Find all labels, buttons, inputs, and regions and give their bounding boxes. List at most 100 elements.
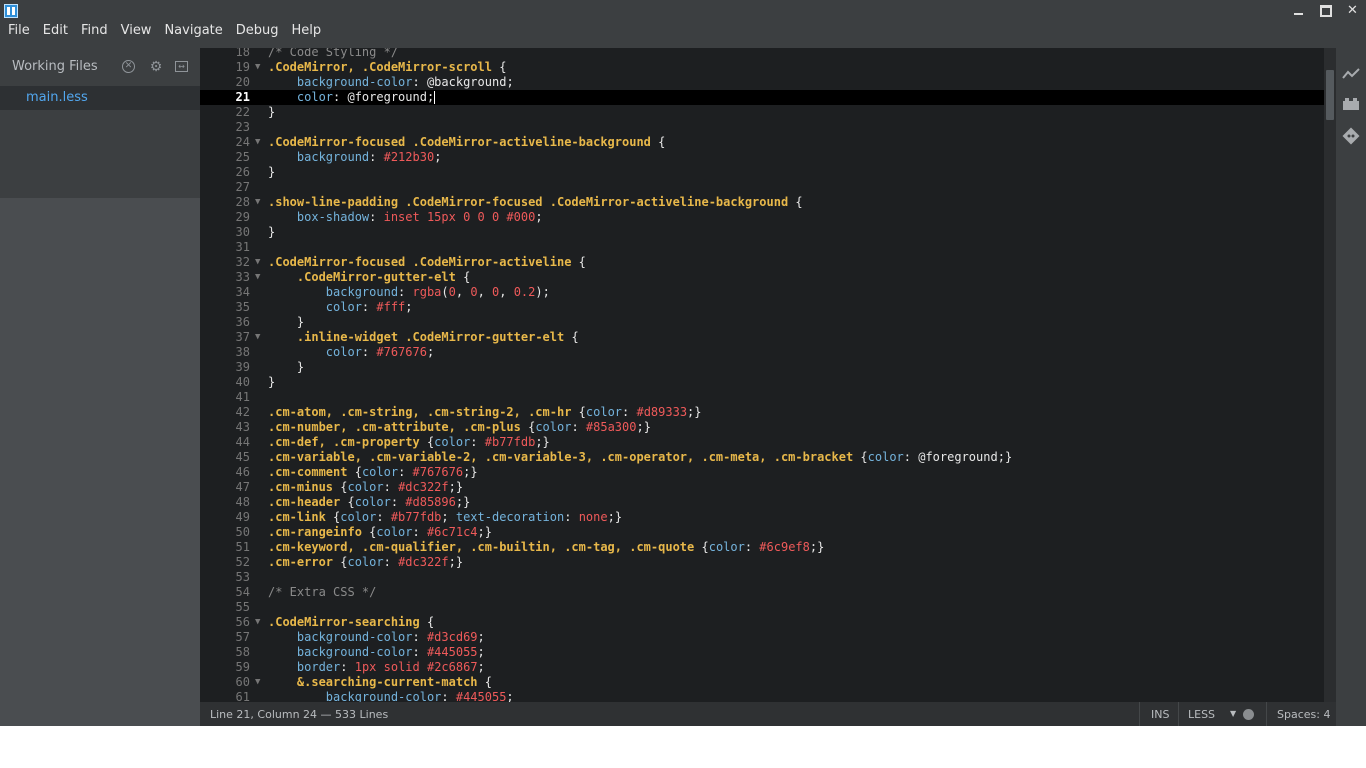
working-file-item[interactable]: main.less: [0, 86, 200, 110]
code-text: color: #fff;: [325, 300, 413, 314]
code-line[interactable]: 26}: [200, 165, 1324, 180]
fold-toggle-icon[interactable]: ▼: [255, 60, 260, 75]
code-line[interactable]: 19 ▼ .CodeMirror, .CodeMirror-scroll {: [200, 60, 1324, 75]
code-line[interactable]: 48 .cm-header {color: #d85896;}: [200, 495, 1324, 510]
code-line[interactable]: 50 .cm-rangeinfo {color: #6c71c4;}: [200, 525, 1324, 540]
code-line[interactable]: 43 .cm-number, .cm-attribute, .cm-plus {c…: [200, 420, 1324, 435]
text-cursor: [434, 91, 436, 104]
code-line[interactable]: 33 ▼ .CodeMirror-gutter-elt {: [200, 270, 1324, 285]
status-divider: [1266, 702, 1267, 726]
code-line[interactable]: 54 /* Extra CSS */: [200, 585, 1324, 600]
status-divider: [1139, 702, 1140, 726]
line-number: 40: [235, 375, 250, 389]
code-line[interactable]: 51 .cm-keyword, .cm-qualifier, .cm-builti…: [200, 540, 1324, 555]
code-text: color: #767676;: [325, 345, 435, 359]
scrollbar-thumb[interactable]: [1326, 70, 1334, 120]
code-line[interactable]: 24 ▼ .CodeMirror-focused .CodeMirror-activ…: [200, 135, 1324, 150]
language-select[interactable]: LESS: [1188, 708, 1215, 721]
editor-scrollbar[interactable]: [1324, 48, 1336, 702]
code-line[interactable]: 34 background: rgba(0, 0, 0, 0.2);: [200, 285, 1324, 300]
menu-debug[interactable]: Debug: [236, 20, 279, 42]
code-line[interactable]: 42 .cm-atom, .cm-string, .cm-string-2, .c…: [200, 405, 1324, 420]
line-count: — 533 Lines: [320, 708, 389, 721]
code-line[interactable]: 28 ▼ .show-line-padding .CodeMirror-focuse…: [200, 195, 1324, 210]
git-icon[interactable]: [1341, 127, 1361, 147]
code-line[interactable]: 23: [200, 120, 1324, 135]
code-line[interactable]: 30}: [200, 225, 1324, 240]
code-text: background-color: #445055;: [296, 645, 485, 659]
close-all-icon[interactable]: ✕: [122, 60, 135, 73]
code-line[interactable]: 20 background-color: @background;: [200, 75, 1324, 90]
code-text: .cm-header {color: #d85896;}: [268, 495, 471, 509]
main-toolbar: [1336, 48, 1366, 726]
linter-status-icon[interactable]: [1243, 709, 1254, 720]
fold-toggle-icon[interactable]: ▼: [255, 255, 260, 270]
code-line[interactable]: 45 .cm-variable, .cm-variable-2, .cm-vari…: [200, 450, 1324, 465]
code-line[interactable]: 47 .cm-minus {color: #dc322f;}: [200, 480, 1324, 495]
code-line[interactable]: 25 background: #212b30;: [200, 150, 1324, 165]
line-number: 54: [235, 585, 250, 599]
insert-mode-toggle[interactable]: INS: [1151, 708, 1169, 721]
code-line[interactable]: 21 color: @foreground;: [200, 90, 1324, 105]
code-line[interactable]: 29 box-shadow: inset 15px 0 0 0 #000;: [200, 210, 1324, 225]
status-divider: [1178, 702, 1179, 726]
code-line[interactable]: 37 ▼ .inline-widget .CodeMirror-gutter-el…: [200, 330, 1324, 345]
menu-edit[interactable]: Edit: [43, 20, 68, 42]
code-line[interactable]: 55: [200, 600, 1324, 615]
code-line[interactable]: 49 .cm-link {color: #b77fdb; text-decorat…: [200, 510, 1324, 525]
code-editor[interactable]: 18 /* Code Styling */ 19 ▼ .CodeMirror, .Cod…: [200, 48, 1324, 702]
close-window-button[interactable]: ✕: [1339, 0, 1366, 22]
code-line[interactable]: 46 .cm-comment {color: #767676;}: [200, 465, 1324, 480]
code-line[interactable]: 38 color: #767676;: [200, 345, 1324, 360]
code-line[interactable]: 58 background-color: #445055;: [200, 645, 1324, 660]
code-line[interactable]: 27: [200, 180, 1324, 195]
code-line[interactable]: 59 border: 1px solid #2c6867;: [200, 660, 1324, 675]
code-line[interactable]: 22}: [200, 105, 1324, 120]
minimize-button[interactable]: [1285, 0, 1312, 22]
split-view-icon[interactable]: ↔: [175, 61, 188, 72]
code-text: border: 1px solid #2c6867;: [296, 660, 485, 674]
status-bar: Line 21, Column 24 — 533 Lines INS LESS …: [200, 702, 1336, 726]
line-number: 53: [235, 570, 250, 584]
code-line[interactable]: 52 .cm-error {color: #dc322f;}: [200, 555, 1324, 570]
fold-toggle-icon[interactable]: ▼: [255, 195, 260, 210]
menu-help[interactable]: Help: [292, 20, 322, 42]
title-bar: File Edit Find View Navigate Debug Help …: [0, 0, 1366, 48]
code-line[interactable]: 39 }: [200, 360, 1324, 375]
code-line[interactable]: 35 color: #fff;: [200, 300, 1324, 315]
menu-file[interactable]: File: [8, 20, 30, 42]
code-line[interactable]: 57 background-color: #d3cd69;: [200, 630, 1324, 645]
extension-manager-icon[interactable]: [1341, 96, 1361, 116]
code-line[interactable]: 32 ▼ .CodeMirror-focused .CodeMirror-activ…: [200, 255, 1324, 270]
chevron-down-icon[interactable]: ▼: [1230, 709, 1236, 718]
fold-toggle-icon[interactable]: ▼: [255, 330, 260, 345]
menu-navigate[interactable]: Navigate: [164, 20, 222, 42]
code-text: .CodeMirror-gutter-elt {: [296, 270, 471, 284]
menu-find[interactable]: Find: [81, 20, 108, 42]
fold-toggle-icon[interactable]: ▼: [255, 270, 260, 285]
code-line[interactable]: 41: [200, 390, 1324, 405]
indent-setting[interactable]: Spaces: 4: [1277, 708, 1330, 721]
fold-toggle-icon[interactable]: ▼: [255, 135, 260, 150]
gear-icon[interactable]: ⚙: [149, 60, 163, 74]
code-line[interactable]: 53: [200, 570, 1324, 585]
code-text: /* Code Styling */: [268, 48, 399, 59]
code-line[interactable]: 61 background-color: #445055;: [200, 690, 1324, 702]
code-line[interactable]: 18 /* Code Styling */: [200, 48, 1324, 60]
line-number: 22: [235, 105, 250, 119]
line-number: 23: [235, 120, 250, 134]
maximize-button[interactable]: [1312, 0, 1339, 22]
code-line[interactable]: 60 ▼ &.searching-current-match {: [200, 675, 1324, 690]
line-number: 47: [235, 480, 250, 494]
menu-view[interactable]: View: [121, 20, 152, 42]
live-preview-icon[interactable]: [1341, 65, 1361, 85]
fold-toggle-icon[interactable]: ▼: [255, 615, 260, 630]
line-number: 42: [235, 405, 250, 419]
fold-toggle-icon[interactable]: ▼: [255, 675, 260, 690]
code-line[interactable]: 40}: [200, 375, 1324, 390]
line-number: 30: [235, 225, 250, 239]
code-line[interactable]: 31: [200, 240, 1324, 255]
code-line[interactable]: 44 .cm-def, .cm-property {color: #b77fdb;…: [200, 435, 1324, 450]
code-line[interactable]: 36 }: [200, 315, 1324, 330]
code-line[interactable]: 56 ▼ .CodeMirror-searching {: [200, 615, 1324, 630]
